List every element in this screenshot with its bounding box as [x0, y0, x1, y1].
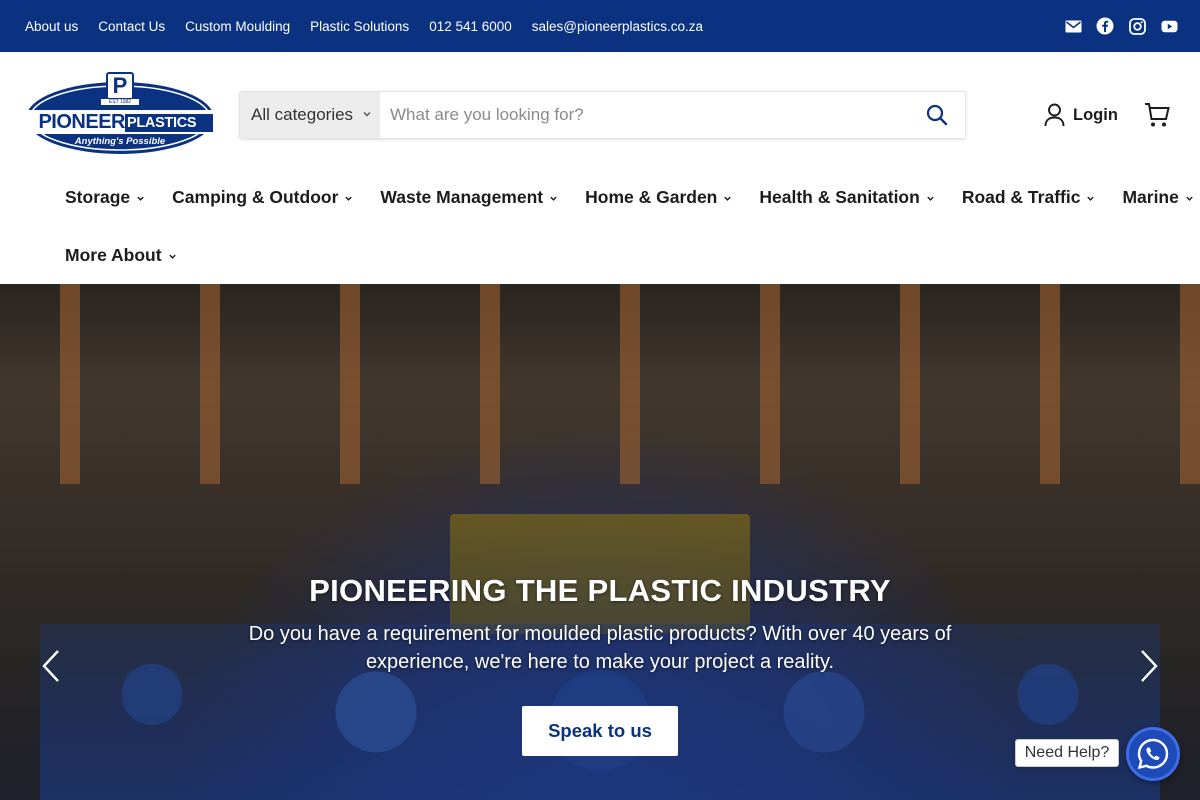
slide-prev-button[interactable]: [38, 649, 66, 683]
nav-item-label: Waste Management: [380, 186, 544, 207]
nav-item-label: Storage: [65, 186, 131, 207]
cart-icon: [1145, 103, 1170, 127]
link-plastic-solutions[interactable]: Plastic Solutions: [310, 19, 409, 34]
site-logo[interactable]: P EST 1982 PIONEER PLASTICS Anything's P…: [25, 72, 215, 156]
nav-item-label: Camping & Outdoor: [172, 186, 339, 207]
chevron-down-icon: [927, 196, 934, 201]
main-nav-row-2: More About: [65, 238, 204, 272]
search-button[interactable]: [909, 92, 965, 138]
logo-brand-right: PLASTICS: [125, 114, 213, 132]
nav-item-storage[interactable]: Storage: [65, 187, 145, 208]
chevron-down-icon: [137, 196, 144, 201]
nav-item-marine[interactable]: Marine: [1122, 187, 1193, 208]
chevron-down-icon: [345, 196, 353, 201]
chevron-right-icon: [1141, 650, 1158, 682]
logo-tagline: Anything's Possible: [74, 136, 166, 147]
nav-item-health-sanitation[interactable]: Health & Sanitation: [759, 187, 934, 208]
link-custom-moulding[interactable]: Custom Moulding: [185, 19, 290, 34]
nav-item-road-traffic[interactable]: Road & Traffic: [962, 187, 1096, 208]
hero-title: PIONEERING THE PLASTIC INDUSTRY: [309, 573, 891, 608]
whatsapp-icon: [1137, 738, 1169, 770]
link-about-us[interactable]: About us: [25, 19, 78, 34]
category-select-label: All categories: [251, 105, 354, 124]
chevron-down-icon: [363, 112, 371, 117]
chevron-down-icon: [1087, 196, 1095, 201]
email-icon[interactable]: [1064, 17, 1082, 35]
need-help-label[interactable]: Need Help?: [1015, 739, 1119, 767]
category-select[interactable]: All categories: [240, 92, 380, 138]
search-bar: All categories: [239, 91, 966, 139]
whatsapp-chat-button[interactable]: [1126, 727, 1180, 781]
search-icon: [926, 104, 948, 126]
cart-button[interactable]: [1143, 101, 1171, 129]
nav-item-camping-outdoor[interactable]: Camping & Outdoor: [172, 187, 353, 208]
main-nav: Storage Camping & Outdoor Waste Manageme…: [65, 180, 1193, 265]
nav-item-label: Road & Traffic: [961, 186, 1081, 207]
slide-next-button[interactable]: [1134, 649, 1162, 683]
chevron-left-icon: [42, 650, 59, 682]
youtube-icon[interactable]: [1160, 17, 1178, 35]
hero-subtitle: Do you have a requirement for moulded pl…: [248, 623, 952, 673]
chevron-down-icon: [168, 254, 176, 259]
login-label: Login: [1073, 105, 1118, 124]
chevron-down-icon: [724, 196, 732, 201]
social-links: [1064, 0, 1178, 52]
main-nav-row: Storage Camping & Outdoor Waste Manageme…: [65, 180, 1193, 214]
nav-item-label: More About: [65, 244, 162, 265]
link-contact-us[interactable]: Contact Us: [98, 19, 165, 34]
logo-mark: P: [112, 73, 128, 98]
search-input[interactable]: [380, 92, 909, 138]
hero-slideshow: PIONEERING THE PLASTIC INDUSTRY Do you h…: [0, 284, 1200, 800]
chevron-down-icon: [1186, 196, 1193, 201]
chevron-down-icon: [550, 196, 557, 201]
facebook-icon[interactable]: [1096, 17, 1114, 35]
nav-item-label: Marine: [1122, 186, 1179, 207]
link-phone[interactable]: 012 541 6000: [429, 19, 512, 34]
user-icon: [1044, 103, 1065, 127]
logo-brand-left: PIONEER: [38, 111, 125, 133]
top-bar-links: About us Contact Us Custom Moulding Plas…: [25, 0, 703, 52]
speak-to-us-button[interactable]: Speak to us: [522, 706, 678, 756]
instagram-icon[interactable]: [1128, 17, 1146, 35]
nav-item-label: Home & Garden: [585, 186, 718, 207]
logo-est: EST 1982: [108, 99, 132, 105]
top-bar: About us Contact Us Custom Moulding Plas…: [0, 0, 1200, 52]
nav-item-label: Health & Sanitation: [759, 186, 920, 207]
link-email[interactable]: sales@pioneerplastics.co.za: [532, 19, 703, 34]
login-link[interactable]: Login: [1044, 102, 1118, 128]
nav-item-home-garden[interactable]: Home & Garden: [585, 187, 732, 208]
nav-item-more-about[interactable]: More About: [65, 245, 177, 266]
nav-item-waste-management[interactable]: Waste Management: [380, 187, 558, 208]
